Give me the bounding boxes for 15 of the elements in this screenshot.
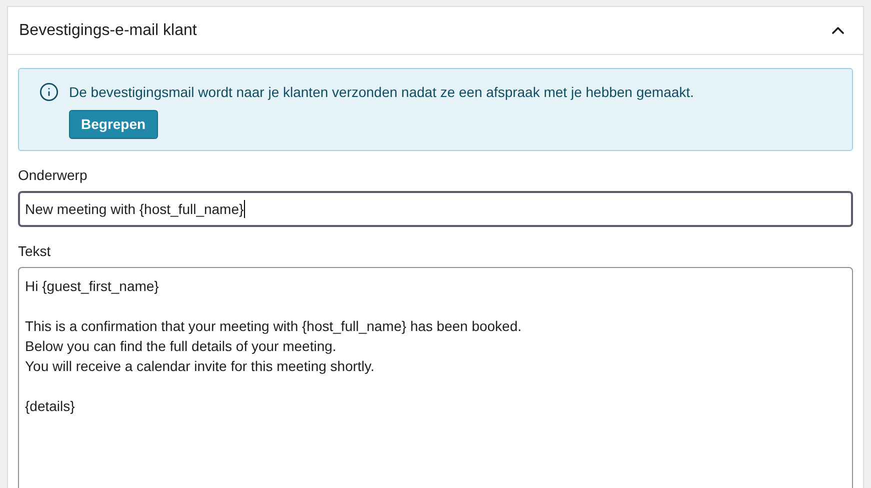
chevron-up-icon [832, 27, 844, 34]
body-line: Hi {guest_first_name} [25, 277, 159, 296]
body-label: Tekst [18, 242, 51, 261]
body-line: {details} [25, 397, 75, 416]
body-line: Below you can find the full details of your meeting. [25, 337, 336, 356]
subject-label: Onderwerp [18, 166, 88, 185]
body-line: You will receive a calendar invite for this meeting shortly. [25, 357, 374, 376]
notice-text: De bevestigingsmail wordt naar je klanten verzonden nadat ze een afspraak met je hebben gemaakt. [69, 83, 694, 102]
panel-title: Bevestigings-e-mail klant [19, 20, 197, 40]
body-line: This is a confirmation that your meeting with {host_full_name} has been booked. [25, 317, 522, 336]
subject-field[interactable]: New meeting with {host_full_name} [18, 191, 853, 227]
body-textarea[interactable] [18, 267, 853, 488]
collapse-button[interactable] [832, 27, 844, 34]
got-it-button[interactable]: Begrepen [69, 110, 158, 139]
info-icon [39, 82, 59, 102]
